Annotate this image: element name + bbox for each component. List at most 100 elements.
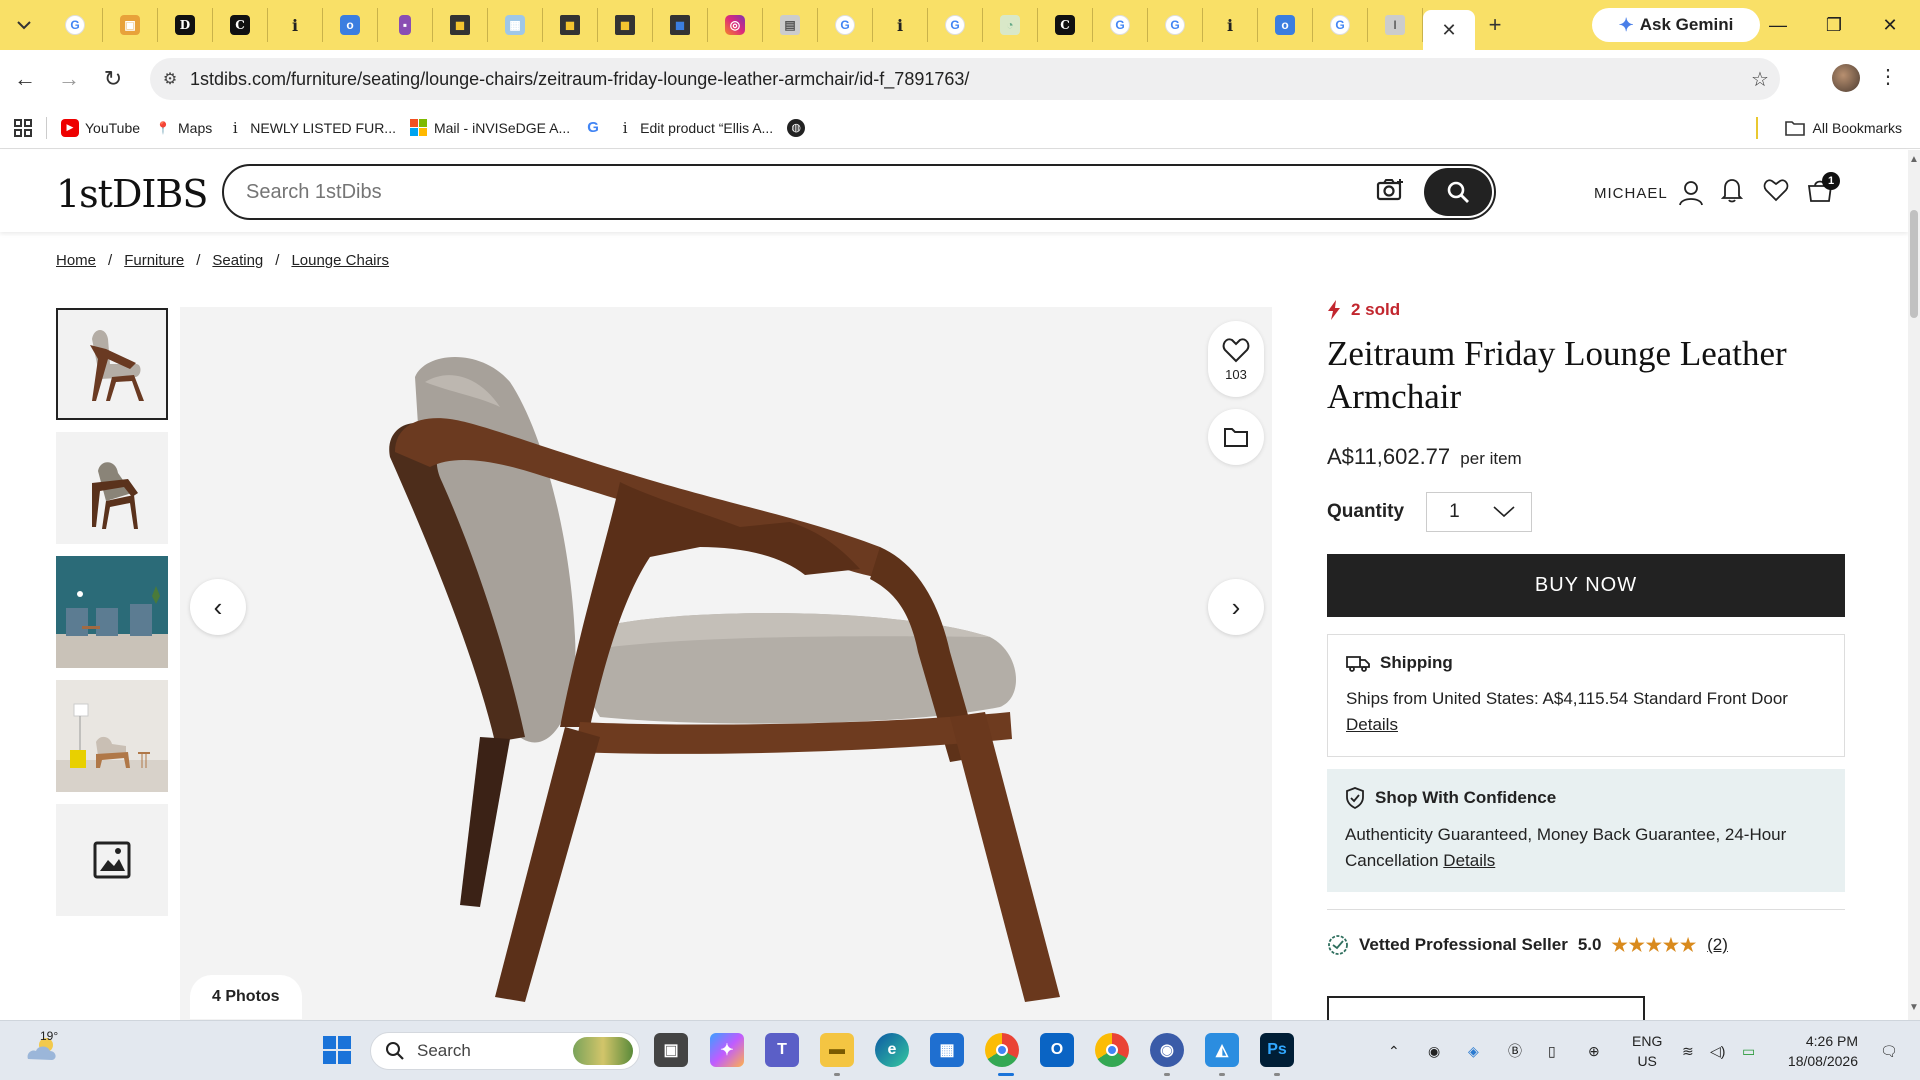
wifi-icon[interactable]: ≋ [1682, 1021, 1694, 1080]
site-info-icon[interactable]: ⚙ [150, 69, 190, 89]
file-explorer-icon[interactable]: ▬ [820, 1033, 854, 1067]
battery-icon[interactable]: ▭ [1742, 1021, 1755, 1080]
breadcrumb-furniture[interactable]: Furniture [124, 252, 184, 269]
tab-bag-small[interactable]: ▪ [378, 8, 433, 42]
bookmark-star-icon[interactable]: ☆ [1740, 67, 1780, 92]
thumbnail-chair-angle[interactable] [56, 432, 168, 544]
tab-info[interactable]: i [268, 8, 323, 42]
store-icon[interactable]: ▦ [930, 1033, 964, 1067]
breadcrumb-lounge-chairs[interactable]: Lounge Chairs [291, 252, 389, 269]
notifications-bell-icon[interactable] [1718, 176, 1746, 204]
teams-icon[interactable]: T [765, 1033, 799, 1067]
tray-security-icon[interactable]: ◈ [1468, 1021, 1479, 1080]
thumbnail-room-white[interactable] [56, 680, 168, 792]
scroll-up-icon[interactable]: ▲ [1909, 154, 1919, 165]
chrome-profile-icon[interactable] [1095, 1033, 1129, 1067]
forward-icon[interactable]: → [50, 60, 88, 98]
site-logo[interactable]: 1stDIBS [56, 172, 208, 216]
search-button[interactable] [1424, 168, 1492, 216]
photoshop-icon[interactable]: Ps [1260, 1033, 1294, 1067]
back-icon[interactable]: ← [6, 60, 44, 98]
bookmark-youtube[interactable]: ▶ YouTube [61, 118, 140, 137]
bookmark-maps[interactable]: 📍 Maps [154, 119, 213, 137]
taskbar-search[interactable]: Search [370, 1032, 640, 1070]
close-tab-icon[interactable]: ✕ [1441, 20, 1456, 41]
breadcrumb-home[interactable]: Home [56, 252, 96, 269]
tab-google-2[interactable]: G [818, 8, 873, 42]
previous-image-button[interactable]: ‹ [190, 579, 246, 635]
search-bar[interactable] [222, 164, 1496, 220]
close-window-icon[interactable]: ✕ [1862, 0, 1918, 50]
tab-image[interactable]: ▦ [488, 8, 543, 42]
tab-outlook[interactable]: o [323, 8, 378, 42]
edge-icon[interactable]: e [875, 1033, 909, 1067]
notifications-icon[interactable]: 🗨 [1880, 1021, 1898, 1080]
url-text[interactable]: 1stdibs.com/furniture/seating/lounge-cha… [190, 69, 1740, 90]
review-count-link[interactable]: (2) [1707, 935, 1728, 955]
restore-icon[interactable]: ❐ [1806, 0, 1862, 50]
minimize-icon[interactable]: — [1750, 0, 1806, 50]
tab-google-3[interactable]: G [928, 8, 983, 42]
tab-google-5[interactable]: G [1148, 8, 1203, 42]
tab-google-4[interactable]: G [1093, 8, 1148, 42]
save-to-folder-button[interactable] [1208, 409, 1264, 465]
tray-network-info-icon[interactable]: ⊕ [1588, 1021, 1600, 1080]
thumbnail-chair-side[interactable] [56, 308, 168, 420]
account-button[interactable]: MICHAEL [1594, 180, 1704, 206]
bookmark-mail[interactable]: Mail - iNVISeDGE A... [410, 118, 570, 137]
buy-now-button[interactable]: BUY NOW [1327, 554, 1845, 617]
tab-c-2[interactable]: C [1038, 8, 1093, 42]
tab-bag-3[interactable]: ◼ [598, 8, 653, 42]
tab-search-chevron-icon[interactable] [0, 0, 48, 50]
address-bar[interactable]: ⚙ 1stdibs.com/furniture/seating/lounge-c… [150, 58, 1780, 100]
scrollbar-thumb[interactable] [1910, 210, 1918, 318]
show-hidden-icons[interactable]: ⌃ [1388, 1021, 1400, 1080]
tab-active[interactable]: ✕ [1423, 10, 1475, 50]
tray-b-icon[interactable]: Ⓑ [1508, 1021, 1522, 1080]
outlook-icon[interactable]: O [1040, 1033, 1074, 1067]
tab-shop[interactable]: ▣ [103, 8, 158, 42]
chrome-icon[interactable] [985, 1033, 1019, 1067]
camera-search-icon[interactable] [1376, 178, 1404, 208]
bookmark-google[interactable]: G [584, 119, 602, 137]
photos-count-button[interactable]: 4 Photos [190, 975, 302, 1019]
quantity-select[interactable]: 1 [1426, 492, 1533, 532]
reload-icon[interactable]: ↻ [94, 60, 132, 98]
tab-generic[interactable]: I [1368, 8, 1423, 42]
tab-bag-4[interactable]: ◼ [653, 8, 708, 42]
tray-app-icon[interactable]: ◉ [1428, 1021, 1440, 1080]
tab-instagram[interactable]: ◎ [708, 8, 763, 42]
page-scrollbar[interactable]: ▲ ▼ [1908, 150, 1920, 1020]
shipping-details-link[interactable]: Details [1346, 715, 1398, 734]
tab-info-3[interactable]: i [1203, 8, 1258, 42]
bookmark-newly-listed[interactable]: i NEWLY LISTED FUR... [226, 119, 396, 137]
app-icon[interactable]: ◉ [1150, 1033, 1184, 1067]
apps-icon[interactable] [14, 118, 32, 137]
tab-bag[interactable]: ◼ [433, 8, 488, 42]
new-tab-button[interactable]: + [1475, 8, 1515, 42]
scroll-down-icon[interactable]: ▼ [1909, 1002, 1919, 1013]
tab-c[interactable]: C [213, 8, 268, 42]
bookmark-globe[interactable]: ◍ [787, 118, 806, 137]
tab-bag-2[interactable]: ◼ [543, 8, 598, 42]
main-product-image[interactable]: ‹ › 103 4 Photos [180, 307, 1272, 1020]
menu-icon[interactable]: ⋮ [1878, 64, 1898, 89]
breadcrumb-seating[interactable]: Seating [212, 252, 263, 269]
tab-doc[interactable]: ▤ [763, 8, 818, 42]
next-image-button[interactable]: › [1208, 579, 1264, 635]
ask-gemini-button[interactable]: ✦ Ask Gemini [1592, 8, 1760, 42]
clock[interactable]: 4:26 PM 18/08/2026 [1778, 1031, 1858, 1071]
tab-info-2[interactable]: i [873, 8, 928, 42]
tab-outlook-2[interactable]: o [1258, 8, 1313, 42]
volume-icon[interactable]: ◁) [1710, 1021, 1725, 1080]
thumbnail-room-blue[interactable] [56, 556, 168, 668]
confidence-details-link[interactable]: Details [1443, 851, 1495, 870]
tab-google[interactable]: G [48, 8, 103, 42]
copilot-icon[interactable]: ✦ [710, 1033, 744, 1067]
favorites-heart-icon[interactable] [1762, 176, 1790, 204]
favorite-button[interactable]: 103 [1208, 321, 1264, 397]
profile-avatar[interactable] [1832, 64, 1860, 92]
language-indicator[interactable]: ENG US [1632, 1031, 1662, 1071]
cart-icon[interactable]: 1 [1806, 172, 1840, 204]
tab-translate[interactable]: ◔ [983, 8, 1038, 42]
